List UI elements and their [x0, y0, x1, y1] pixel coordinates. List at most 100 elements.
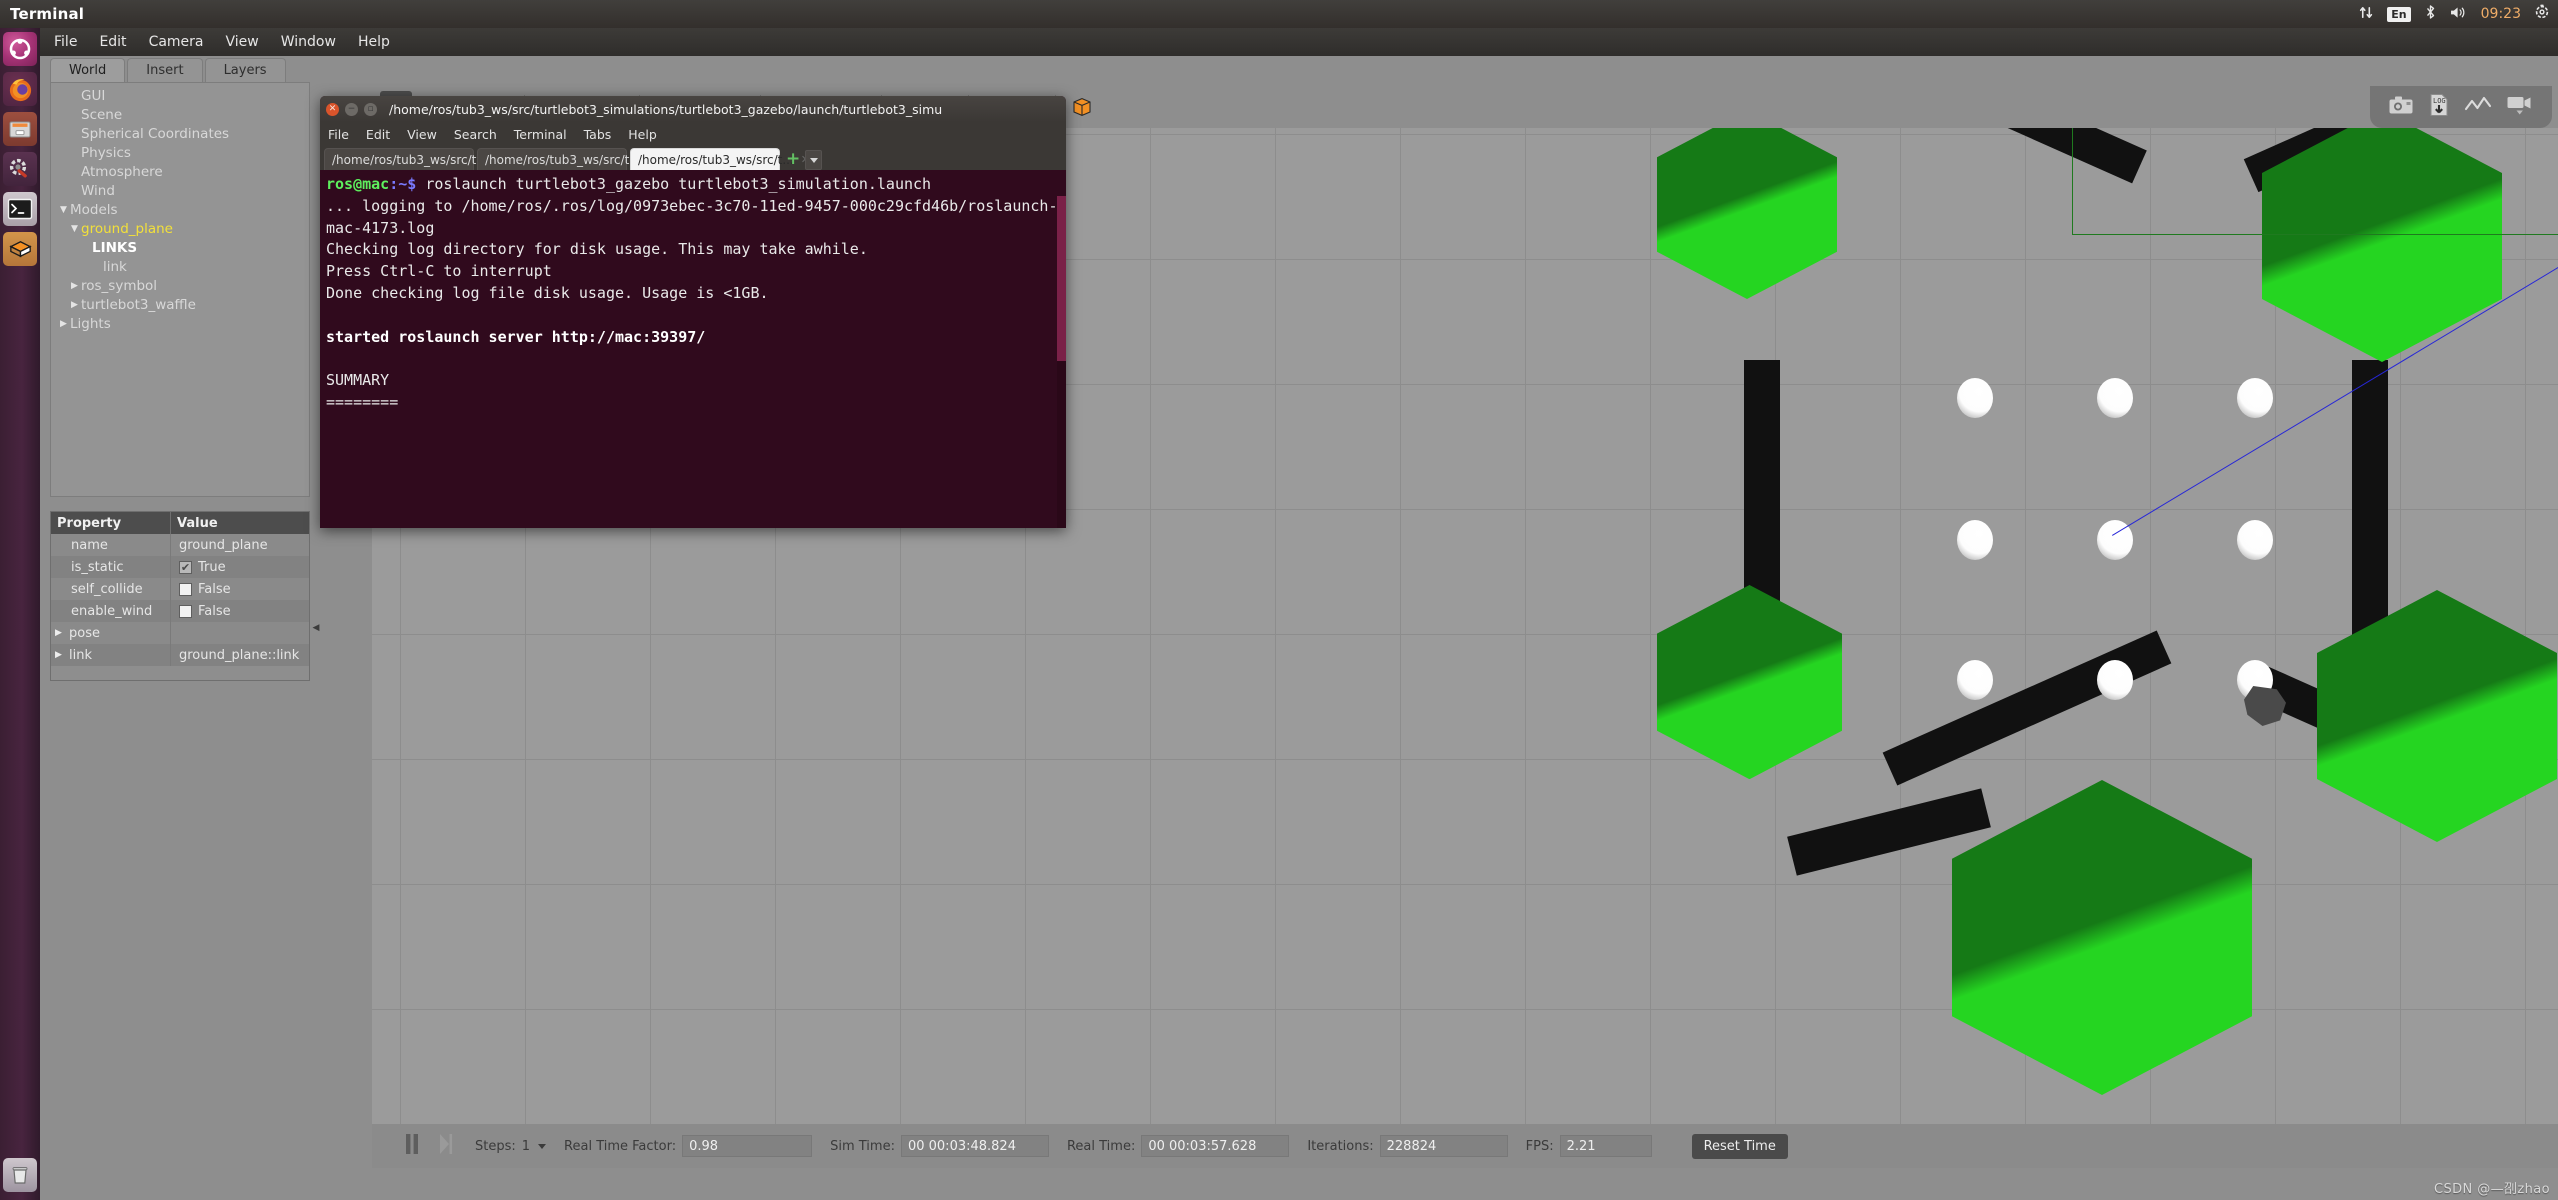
terminal-menu-terminal[interactable]: Terminal — [514, 127, 567, 142]
minimize-button[interactable]: − — [345, 103, 358, 116]
property-value-cell[interactable]: ✔True — [171, 556, 309, 578]
tab-insert[interactable]: Insert — [127, 58, 202, 82]
tree-item-atmosphere[interactable]: Atmosphere — [51, 163, 309, 182]
sphere-obstacle[interactable] — [1957, 378, 1993, 418]
tree-item-ground-plane[interactable]: ▼ground_plane — [51, 220, 309, 239]
property-row[interactable]: self_collideFalse — [51, 578, 309, 600]
plot-icon[interactable] — [2464, 95, 2492, 119]
menu-help[interactable]: Help — [358, 34, 390, 50]
volume-icon[interactable] — [2450, 5, 2468, 24]
terminal-menu-file[interactable]: File — [328, 127, 349, 142]
property-value-cell[interactable]: ground_plane::link — [171, 644, 309, 666]
view-angle-icon[interactable] — [1066, 91, 1098, 123]
sphere-obstacle[interactable] — [2097, 660, 2133, 700]
chevron-down-icon[interactable]: ▼ — [68, 220, 81, 239]
sphere-obstacle[interactable] — [2237, 520, 2273, 560]
property-row[interactable]: ▶linkground_plane::link — [51, 644, 309, 666]
property-row[interactable]: nameground_plane — [51, 534, 309, 556]
sphere-obstacle[interactable] — [2097, 378, 2133, 418]
reset-time-button[interactable]: Reset Time — [1692, 1134, 1788, 1159]
ubuntu-dash-icon[interactable] — [3, 32, 37, 66]
firefox-icon[interactable] — [3, 72, 37, 106]
tree-item-link[interactable]: link — [51, 258, 309, 277]
close-button[interactable]: ✕ — [326, 103, 339, 116]
menu-view[interactable]: View — [226, 34, 259, 50]
settings-icon[interactable] — [3, 152, 37, 186]
terminal-tab[interactable]: /home/ros/tub3_ws/src/t... ✕ — [324, 148, 474, 170]
terminal-menu-help[interactable]: Help — [628, 127, 657, 142]
chevron-right-icon[interactable]: ▶ — [68, 277, 81, 296]
panel-splitter-handle[interactable]: ◀ — [312, 56, 320, 1200]
property-value-cell[interactable] — [171, 622, 309, 644]
tree-item-spherical-coordinates[interactable]: Spherical Coordinates — [51, 125, 309, 144]
svg-text:LOG: LOG — [2433, 97, 2446, 105]
gear-power-icon[interactable] — [2534, 4, 2550, 24]
clock[interactable]: 09:23 — [2481, 6, 2521, 22]
network-updown-icon[interactable] — [2359, 5, 2374, 24]
property-row[interactable]: enable_windFalse — [51, 600, 309, 622]
chevron-right-icon[interactable]: ▶ — [55, 650, 69, 660]
trash-icon[interactable] — [3, 1158, 37, 1192]
checkbox-unchecked-icon[interactable] — [179, 583, 192, 596]
tree-item-physics[interactable]: Physics — [51, 144, 309, 163]
terminal-tab[interactable]: /home/ros/tub3_ws/src/t... ✕ — [630, 148, 780, 170]
scrollbar-thumb[interactable] — [1057, 196, 1066, 361]
chevron-right-icon[interactable]: ▶ — [57, 315, 70, 334]
files-icon[interactable] — [3, 112, 37, 146]
gazebo-icon[interactable] — [3, 232, 37, 266]
chevron-right-icon[interactable]: ▶ — [55, 628, 69, 638]
real-time-factor-item: Real Time Factor: 0.98 — [564, 1135, 812, 1157]
sphere-obstacle[interactable] — [1957, 520, 1993, 560]
tree-item-models[interactable]: ▼Models — [51, 201, 309, 220]
tree-item-lights[interactable]: ▶Lights — [51, 315, 309, 334]
terminal-window[interactable]: ✕ − ▫ /home/ros/tub3_ws/src/turtlebot3_s… — [320, 96, 1066, 528]
chevron-right-icon[interactable]: ▶ — [68, 296, 81, 315]
tree-item-gui[interactable]: GUI — [51, 87, 309, 106]
world-tree[interactable]: GUI Scene Spherical Coordinates Physics … — [50, 82, 310, 497]
sphere-obstacle[interactable] — [2237, 378, 2273, 418]
new-tab-icon[interactable]: + — [786, 149, 800, 169]
property-value-cell[interactable]: False — [171, 578, 309, 600]
chevron-down-icon[interactable]: ▼ — [57, 201, 70, 220]
property-value-cell[interactable]: False — [171, 600, 309, 622]
terminal-title-bar[interactable]: ✕ − ▫ /home/ros/tub3_ws/src/turtlebot3_s… — [320, 96, 1066, 122]
tab-list-caret-icon[interactable] — [805, 150, 822, 170]
menu-edit[interactable]: Edit — [99, 34, 126, 50]
keyboard-layout-badge[interactable]: En — [2387, 7, 2410, 22]
log-record-icon[interactable]: LOG — [2428, 93, 2450, 121]
terminal-menu-search[interactable]: Search — [454, 127, 497, 142]
tab-world[interactable]: World — [50, 58, 125, 82]
step-forward-icon[interactable] — [438, 1133, 453, 1159]
maximize-button[interactable]: ▫ — [364, 103, 377, 116]
terminal-menu-edit[interactable]: Edit — [366, 127, 390, 142]
checkbox-checked-icon[interactable]: ✔ — [179, 561, 192, 574]
menu-window[interactable]: Window — [281, 34, 336, 50]
video-record-icon[interactable] — [2506, 94, 2534, 120]
tree-item-turtlebot3-waffle[interactable]: ▶turtlebot3_waffle — [51, 296, 309, 315]
steps-control[interactable]: Steps: 1 — [475, 1139, 546, 1154]
pause-icon[interactable] — [404, 1133, 420, 1159]
menu-camera[interactable]: Camera — [149, 34, 204, 50]
terminal-menu-view[interactable]: View — [407, 127, 437, 142]
tab-layers[interactable]: Layers — [205, 58, 286, 82]
terminal-menu-tabs[interactable]: Tabs — [584, 127, 612, 142]
terminal-icon[interactable] — [3, 192, 37, 226]
tree-item-links[interactable]: LINKS — [51, 239, 309, 258]
steps-caret-icon[interactable] — [538, 1144, 546, 1149]
terminal-tab[interactable]: /home/ros/tub3_ws/src/t... ✕ — [477, 148, 627, 170]
terminal-output[interactable]: ros@mac:~$ roslaunch turtlebot3_gazebo t… — [320, 170, 1066, 528]
tree-item-ros-symbol[interactable]: ▶ros_symbol — [51, 277, 309, 296]
property-value-cell[interactable]: ground_plane — [171, 534, 309, 556]
checkbox-unchecked-icon[interactable] — [179, 605, 192, 618]
terminal-scrollbar[interactable] — [1057, 196, 1066, 528]
grid-line-vertical — [1400, 120, 1401, 1124]
bluetooth-icon[interactable] — [2424, 4, 2437, 24]
property-row[interactable]: ▶pose — [51, 622, 309, 644]
tree-item-wind[interactable]: Wind — [51, 182, 309, 201]
property-row[interactable]: is_static✔True — [51, 556, 309, 578]
menu-file[interactable]: File — [54, 34, 77, 50]
fps-value: 2.21 — [1560, 1135, 1652, 1157]
tree-item-scene[interactable]: Scene — [51, 106, 309, 125]
screenshot-icon[interactable] — [2388, 95, 2414, 119]
sphere-obstacle[interactable] — [1957, 660, 1993, 700]
